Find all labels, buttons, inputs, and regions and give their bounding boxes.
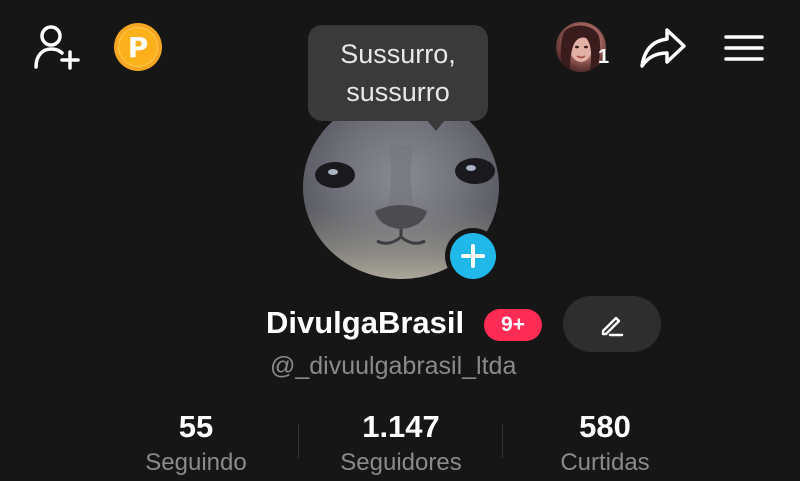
tooltip-line-1: Sussurro,: [340, 39, 456, 69]
tooltip-tail: [426, 119, 446, 131]
likes-count: 580: [579, 409, 631, 444]
friend-notification-count: 1: [598, 46, 610, 68]
followers-stat[interactable]: 1.147 Seguidores: [311, 407, 491, 479]
person-add-icon: [34, 25, 80, 70]
likes-stat[interactable]: 580 Curtidas: [515, 407, 695, 479]
tooltip: Sussurro, sussurro: [308, 25, 488, 121]
coin-icon: P: [118, 27, 158, 67]
hamburger-menu-icon: [724, 35, 764, 61]
stats-divider: [298, 424, 299, 458]
coin-button[interactable]: P: [114, 23, 162, 71]
profile-handle: @_divuulgabrasil_ltda: [270, 352, 517, 380]
profile-username: DivulgaBrasil: [266, 305, 465, 340]
add-friend-button[interactable]: [30, 22, 84, 72]
followers-count: 1.147: [362, 409, 440, 444]
following-label: Seguindo: [145, 449, 247, 476]
likes-label: Curtidas: [560, 449, 650, 476]
followers-label: Seguidores: [340, 449, 462, 476]
notification-badge[interactable]: 9+: [484, 309, 542, 341]
add-story-button[interactable]: [445, 228, 501, 284]
share-icon: [640, 28, 686, 68]
pencil-icon: [601, 316, 624, 337]
following-stat[interactable]: 55 Seguindo: [106, 407, 286, 479]
tooltip-line-2: sussurro: [346, 77, 450, 107]
share-button[interactable]: [636, 24, 690, 72]
plus-icon: [461, 244, 485, 268]
stats-divider: [502, 424, 503, 458]
following-count: 55: [178, 409, 214, 444]
menu-button[interactable]: [718, 24, 770, 72]
edit-profile-button[interactable]: [563, 296, 661, 352]
